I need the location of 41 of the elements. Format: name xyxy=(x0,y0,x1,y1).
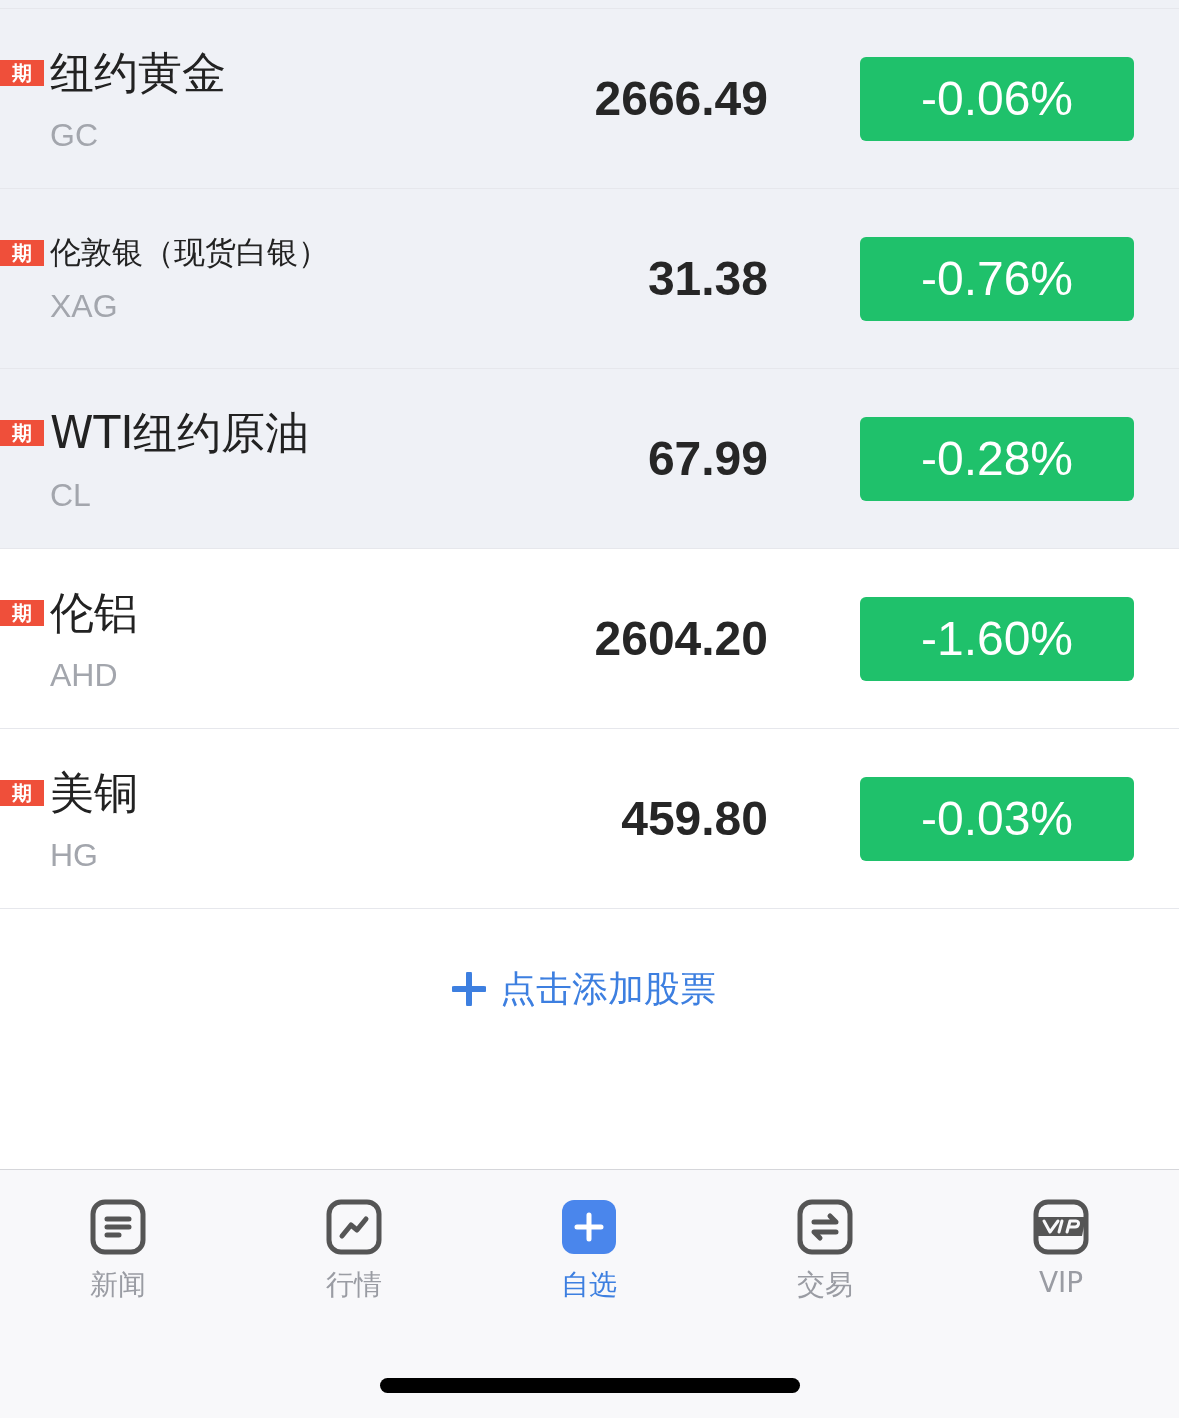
ticker-symbol: AHD xyxy=(50,656,119,694)
change-badge[interactable]: -0.76% xyxy=(860,236,1134,321)
price: 31.38 xyxy=(646,251,768,306)
price: 2604.20 xyxy=(593,611,768,666)
quote-row[interactable]: 期 WTI纽约原油 CL 67.99 -0.28% xyxy=(0,369,1179,549)
tab[interactable]: 交易 xyxy=(707,1198,944,1304)
badge-icon xyxy=(1032,1198,1091,1256)
quote-row[interactable]: 期 纽约黄金 GC 2666.49 -0.06% xyxy=(0,9,1179,189)
change-badge[interactable]: -0.03% xyxy=(860,776,1134,861)
quote-row[interactable]: 期 伦敦银（现货白银） XAG 31.38 -0.76% xyxy=(0,189,1179,369)
plus-icon xyxy=(451,972,486,1006)
tab[interactable]: VIP xyxy=(943,1198,1179,1299)
futures-badge: 期 xyxy=(0,780,44,806)
instrument-name: 纽约黄金 xyxy=(50,45,226,100)
arrows-icon xyxy=(796,1198,855,1256)
price: 459.80 xyxy=(620,791,768,846)
futures-badge: 期 xyxy=(0,60,44,86)
news-icon xyxy=(88,1198,147,1256)
change-badge[interactable]: -0.28% xyxy=(860,416,1134,501)
tab[interactable]: 新闻 xyxy=(0,1198,236,1304)
tab[interactable]: 行情 xyxy=(235,1198,472,1304)
add-stock-button[interactable]: 点击添加股票 xyxy=(451,964,716,1014)
instrument-name: 伦铝 xyxy=(50,585,138,640)
change-badge[interactable]: -0.06% xyxy=(860,56,1134,141)
tab[interactable]: 自选 xyxy=(471,1198,708,1304)
futures-badge: 期 xyxy=(0,600,44,626)
plus-icon xyxy=(560,1198,619,1256)
ticker-symbol: HG xyxy=(50,836,99,874)
ticker-symbol: XAG xyxy=(50,288,119,325)
instrument-name: 美铜 xyxy=(50,765,138,820)
instrument-name: 伦敦银（现货白银） xyxy=(50,233,329,272)
chart-icon xyxy=(324,1198,383,1256)
price: 2666.49 xyxy=(593,71,768,126)
instrument-name: WTI纽约原油 xyxy=(50,405,310,460)
futures-badge: 期 xyxy=(0,240,44,266)
change-badge[interactable]: -1.60% xyxy=(860,596,1134,681)
futures-badge: 期 xyxy=(0,420,44,446)
price: 67.99 xyxy=(646,431,768,486)
ticker-symbol: GC xyxy=(50,116,99,154)
home-indicator[interactable] xyxy=(380,1378,800,1393)
ticker-symbol: CL xyxy=(50,476,92,514)
